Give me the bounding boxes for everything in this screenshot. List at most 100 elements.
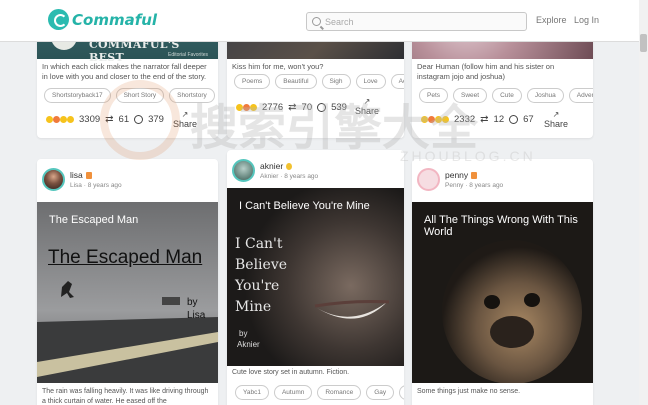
tag[interactable]: Poems <box>234 74 271 89</box>
nav-login-link[interactable]: Log In <box>574 15 599 25</box>
cover-title-line: Mine <box>235 299 272 315</box>
tag[interactable]: Yabc1 <box>235 385 269 400</box>
story-description: Cute love story set in autumn. Fiction. <box>232 369 350 376</box>
emoji-icon <box>421 116 428 123</box>
story-stats: 3309 ⇄ 61 379 <box>46 114 164 125</box>
story-stats: 2332 ⇄ 12 67 <box>421 114 534 125</box>
story-cover-image[interactable]: The Escaped Man The Escaped Man by Lisa <box>37 202 218 383</box>
share-label: Share <box>173 119 198 129</box>
scrollbar-thumb[interactable] <box>640 34 647 52</box>
search-input[interactable] <box>325 16 515 27</box>
author-timestamp: Penny · 8 years ago <box>445 181 504 189</box>
share-button[interactable]: ↗ Share <box>173 110 198 130</box>
tag[interactable]: Sigh <box>321 74 351 89</box>
tag[interactable]: Pets <box>419 88 449 103</box>
author-info[interactable]: lisa Lisa · 8 years ago <box>42 164 122 194</box>
author-name-row: lisa <box>70 170 122 180</box>
story-description: Dear Human (follow him and his sister on… <box>417 62 555 81</box>
cover-byline: by <box>187 297 198 308</box>
reaction-count: 2332 <box>454 114 476 125</box>
story-stats: 2776 ⇄ 70 539 <box>236 102 347 113</box>
reaction-count: 2776 <box>262 102 284 113</box>
cover-author: Lisa <box>187 310 206 321</box>
nav-explore-link[interactable]: Explore <box>536 15 567 25</box>
cover-title-line: I Can't <box>235 236 283 252</box>
tag[interactable]: Love <box>355 74 386 89</box>
tag[interactable]: Gay <box>366 385 395 400</box>
search-box[interactable] <box>306 12 527 31</box>
share-icon: ↗ <box>181 110 189 119</box>
emoji-icon <box>435 116 442 123</box>
story-card[interactable]: lisa Lisa · 8 years ago The Escaped Man … <box>37 159 218 405</box>
repost-count: 12 <box>493 114 505 125</box>
comment-icon[interactable] <box>134 115 144 124</box>
comment-icon[interactable] <box>509 115 519 124</box>
tag[interactable]: Short Story <box>115 88 165 103</box>
reaction-emoji-icons[interactable] <box>421 116 449 123</box>
story-description: Kiss him for me, won't you? <box>232 62 324 71</box>
avatar[interactable] <box>42 167 65 191</box>
emoji-icon <box>67 116 74 123</box>
tag[interactable]: Joshua <box>526 88 564 103</box>
author-timestamp: Lisa · 8 years ago <box>70 181 122 189</box>
cover-title-block: I Can't Believe You're Mine <box>235 234 287 318</box>
story-title[interactable]: The Escaped Man <box>49 214 138 226</box>
author-info[interactable]: aknier Aknier · 8 years ago <box>232 155 318 185</box>
story-title[interactable]: All The Things Wrong With This World <box>424 214 585 238</box>
emoji-icon <box>53 116 60 123</box>
emoji-icon <box>250 104 257 111</box>
share-button[interactable]: ↗ Share <box>355 98 379 117</box>
comment-count: 539 <box>331 102 347 113</box>
tag[interactable]: Cute <box>492 88 522 103</box>
tag[interactable]: Autumn <box>273 385 313 400</box>
repost-count: 70 <box>301 102 313 113</box>
story-description: The rain was falling heavily. It was lik… <box>42 388 209 405</box>
tag[interactable]: Ac <box>390 74 404 89</box>
logo-text: Commaful <box>72 10 158 29</box>
avatar[interactable] <box>232 158 255 182</box>
tag-list: Pets Sweet Cute Joshua Advent <box>419 88 593 103</box>
repost-icon[interactable]: ⇄ <box>480 114 488 125</box>
tag[interactable]: Sweet <box>453 88 488 103</box>
cover-byline: by <box>239 329 248 338</box>
tag-list: Shortstoryback17 Short Story Shortstory <box>44 88 218 103</box>
escaped-man-cover-art <box>37 202 218 383</box>
author-timestamp: Aknier · 8 years ago <box>260 172 319 180</box>
reaction-emoji-icons[interactable] <box>46 116 74 123</box>
author-name[interactable]: lisa <box>70 170 83 180</box>
tag[interactable]: C <box>399 385 404 400</box>
tag[interactable]: Beautiful <box>275 74 317 89</box>
author-name[interactable]: penny <box>445 170 468 180</box>
story-card[interactable]: aknier Aknier · 8 years ago I Can't Beli… <box>227 150 404 405</box>
story-title[interactable]: I Can't Believe You're Mine <box>239 200 370 212</box>
story-description: In which each click makes the narrator f… <box>42 62 207 81</box>
tag-list: Poems Beautiful Sigh Love Ac <box>234 74 404 89</box>
page-scrollbar[interactable] <box>639 0 648 405</box>
tag-list: Yabc1 Autumn Romance Gay C <box>235 385 404 400</box>
story-description: Some things just make no sense. <box>417 388 521 395</box>
avatar[interactable] <box>417 167 440 191</box>
author-name-row: aknier <box>260 161 318 171</box>
banner-subtitle: Editorial Favorites <box>167 52 208 58</box>
top-navigation-bar: Commaful Explore Log In <box>0 0 648 42</box>
tag[interactable]: Shortstory <box>169 88 215 103</box>
cover-title: The Escaped Man <box>48 247 203 268</box>
emoji-icon <box>46 116 53 123</box>
share-button[interactable]: ↗ Share <box>544 111 568 130</box>
story-cover-image[interactable]: All The Things Wrong With This World <box>412 202 593 383</box>
tag[interactable]: Shortstoryback17 <box>44 88 111 103</box>
reaction-count: 3309 <box>79 114 101 125</box>
commaful-logo[interactable]: Commaful <box>48 9 157 30</box>
emoji-icon <box>60 116 67 123</box>
reaction-emoji-icons[interactable] <box>236 104 257 111</box>
author-name[interactable]: aknier <box>260 161 283 171</box>
author-badge-icon <box>471 171 478 179</box>
repost-icon[interactable]: ⇄ <box>288 102 296 113</box>
author-info[interactable]: penny Penny · 8 years ago <box>417 164 503 194</box>
repost-icon[interactable]: ⇄ <box>105 114 113 125</box>
comment-icon[interactable] <box>317 103 327 112</box>
tag[interactable]: Advent <box>568 88 593 103</box>
story-cover-image[interactable]: I Can't Believe You're Mine I Can't Beli… <box>227 188 404 366</box>
story-card[interactable]: penny Penny · 8 years ago All The Things… <box>412 159 593 405</box>
tag[interactable]: Romance <box>317 385 362 400</box>
